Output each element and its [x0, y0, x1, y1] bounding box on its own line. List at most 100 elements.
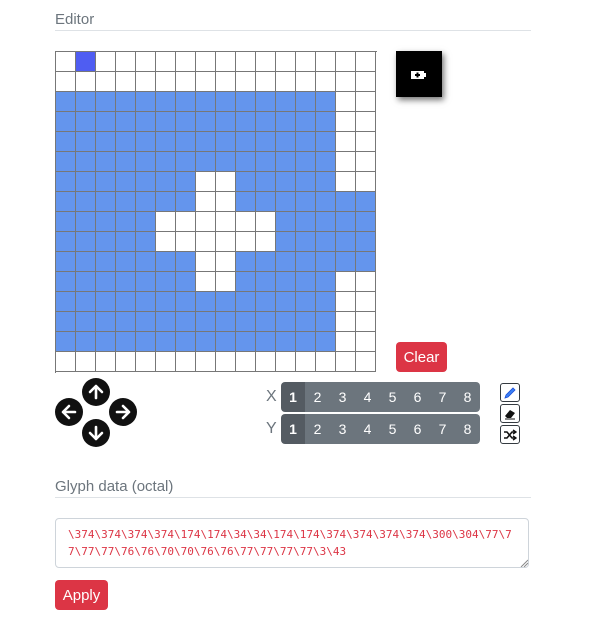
grid-cell[interactable]	[56, 312, 76, 332]
grid-cell[interactable]	[336, 112, 356, 132]
grid-cell[interactable]	[56, 132, 76, 152]
grid-cell[interactable]	[76, 232, 96, 252]
grid-cell[interactable]	[56, 292, 76, 312]
grid-cell[interactable]	[76, 92, 96, 112]
grid-cell[interactable]	[196, 272, 216, 292]
grid-cell[interactable]	[96, 212, 116, 232]
grid-cell[interactable]	[116, 332, 136, 352]
grid-cell[interactable]	[216, 92, 236, 112]
y-option-2[interactable]: 2	[305, 414, 330, 444]
grid-cell[interactable]	[296, 312, 316, 332]
grid-cell[interactable]	[96, 332, 116, 352]
grid-cell[interactable]	[76, 192, 96, 212]
grid-cell[interactable]	[176, 52, 196, 72]
grid-cell[interactable]	[336, 332, 356, 352]
grid-cell[interactable]	[196, 232, 216, 252]
grid-cell[interactable]	[176, 212, 196, 232]
grid-cell[interactable]	[336, 92, 356, 112]
grid-cell[interactable]	[56, 272, 76, 292]
move-right-button[interactable]	[109, 398, 137, 426]
grid-cell[interactable]	[316, 192, 336, 212]
grid-cell[interactable]	[76, 212, 96, 232]
grid-cell[interactable]	[336, 192, 356, 212]
grid-cell[interactable]	[296, 212, 316, 232]
grid-cell[interactable]	[156, 272, 176, 292]
grid-cell[interactable]	[156, 172, 176, 192]
grid-cell[interactable]	[136, 92, 156, 112]
grid-cell[interactable]	[96, 72, 116, 92]
grid-cell[interactable]	[156, 92, 176, 112]
grid-cell[interactable]	[256, 332, 276, 352]
grid-cell[interactable]	[356, 312, 376, 332]
grid-cell[interactable]	[96, 292, 116, 312]
grid-cell[interactable]	[236, 92, 256, 112]
grid-cell[interactable]	[136, 212, 156, 232]
grid-cell[interactable]	[316, 152, 336, 172]
grid-cell[interactable]	[136, 172, 156, 192]
pixel-grid[interactable]	[55, 51, 377, 373]
grid-cell[interactable]	[176, 172, 196, 192]
grid-cell[interactable]	[336, 252, 356, 272]
grid-cell[interactable]	[116, 272, 136, 292]
grid-cell[interactable]	[356, 52, 376, 72]
grid-cell[interactable]	[156, 152, 176, 172]
grid-cell[interactable]	[356, 272, 376, 292]
grid-cell[interactable]	[136, 192, 156, 212]
grid-cell[interactable]	[316, 132, 336, 152]
grid-cell[interactable]	[356, 132, 376, 152]
x-option-5[interactable]: 5	[380, 382, 405, 412]
move-up-button[interactable]	[82, 378, 110, 406]
grid-cell[interactable]	[116, 132, 136, 152]
grid-cell[interactable]	[216, 312, 236, 332]
grid-cell[interactable]	[136, 272, 156, 292]
grid-cell[interactable]	[276, 112, 296, 132]
grid-cell[interactable]	[156, 132, 176, 152]
grid-cell[interactable]	[116, 252, 136, 272]
grid-cell[interactable]	[336, 172, 356, 192]
grid-cell[interactable]	[216, 172, 236, 192]
grid-cell[interactable]	[136, 132, 156, 152]
grid-cell[interactable]	[316, 292, 336, 312]
grid-cell[interactable]	[96, 52, 116, 72]
grid-cell[interactable]	[256, 212, 276, 232]
grid-cell[interactable]	[196, 252, 216, 272]
x-option-8[interactable]: 8	[455, 382, 480, 412]
grid-cell[interactable]	[176, 252, 196, 272]
grid-cell[interactable]	[136, 52, 156, 72]
grid-cell[interactable]	[256, 152, 276, 172]
grid-cell[interactable]	[196, 192, 216, 212]
grid-cell[interactable]	[156, 212, 176, 232]
grid-cell[interactable]	[356, 152, 376, 172]
grid-cell[interactable]	[296, 292, 316, 312]
grid-cell[interactable]	[156, 52, 176, 72]
y-option-1[interactable]: 1	[281, 414, 305, 444]
grid-cell[interactable]	[196, 112, 216, 132]
grid-cell[interactable]	[96, 92, 116, 112]
y-option-4[interactable]: 4	[355, 414, 380, 444]
grid-cell[interactable]	[356, 72, 376, 92]
grid-cell[interactable]	[276, 192, 296, 212]
grid-cell[interactable]	[156, 192, 176, 212]
move-left-button[interactable]	[55, 398, 83, 426]
grid-cell[interactable]	[316, 172, 336, 192]
grid-cell[interactable]	[356, 292, 376, 312]
grid-cell[interactable]	[236, 292, 256, 312]
clear-button[interactable]: Clear	[396, 342, 447, 372]
grid-cell[interactable]	[276, 292, 296, 312]
grid-cell[interactable]	[256, 72, 276, 92]
x-option-4[interactable]: 4	[355, 382, 380, 412]
grid-cell[interactable]	[336, 52, 356, 72]
grid-cell[interactable]	[296, 52, 316, 72]
grid-cell[interactable]	[56, 232, 76, 252]
grid-cell[interactable]	[136, 332, 156, 352]
grid-cell[interactable]	[236, 272, 256, 292]
grid-cell[interactable]	[276, 92, 296, 112]
grid-cell[interactable]	[216, 152, 236, 172]
grid-cell[interactable]	[56, 72, 76, 92]
grid-cell[interactable]	[176, 112, 196, 132]
grid-cell[interactable]	[276, 212, 296, 232]
grid-cell[interactable]	[336, 72, 356, 92]
grid-cell[interactable]	[316, 352, 336, 372]
grid-cell[interactable]	[216, 72, 236, 92]
grid-cell[interactable]	[116, 52, 136, 72]
